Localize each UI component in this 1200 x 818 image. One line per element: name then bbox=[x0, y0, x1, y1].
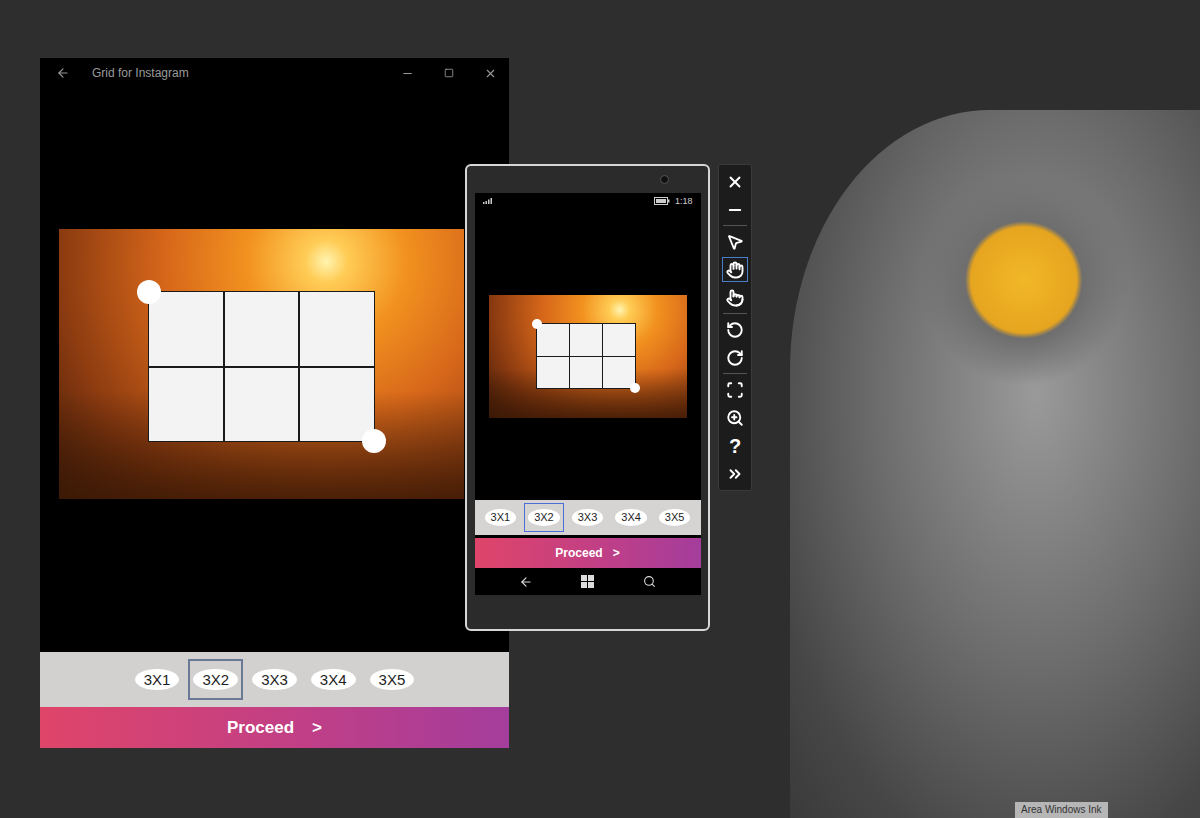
grid-option-slot: 3X4 bbox=[611, 503, 651, 532]
grid-cell bbox=[603, 324, 635, 356]
back-icon[interactable] bbox=[519, 575, 533, 589]
rotate-right-button[interactable] bbox=[722, 345, 748, 370]
camera-row bbox=[467, 166, 708, 193]
proceed-label: Proceed bbox=[555, 546, 602, 560]
proceed-label: Proceed bbox=[227, 718, 294, 738]
more-button[interactable] bbox=[722, 461, 748, 486]
grid-options-bar: 3X1 3X2 3X3 3X4 3X5 bbox=[475, 500, 701, 535]
window-title: Grid for Instagram bbox=[92, 66, 379, 80]
grid-option[interactable]: 3X2 bbox=[193, 669, 238, 690]
resize-handle[interactable] bbox=[630, 383, 640, 393]
grid-option-slot: 3X2 bbox=[524, 503, 564, 532]
grid-cell bbox=[225, 292, 299, 366]
status-bar: 1:18 bbox=[475, 193, 701, 208]
rotate-right-icon bbox=[726, 349, 744, 367]
resize-handle[interactable] bbox=[532, 319, 542, 329]
grid-cell bbox=[149, 292, 223, 366]
fit-screen-icon bbox=[726, 381, 744, 399]
grid-cell bbox=[537, 324, 569, 356]
grid-option-slot: 3X3 bbox=[247, 659, 302, 700]
status-time: 1:18 bbox=[675, 196, 693, 206]
phone-screen: 1:18 3X1 3X2 3X3 3X4 3X5 Proceed > bbox=[475, 193, 701, 595]
zoom-icon bbox=[726, 409, 744, 427]
grid-cell bbox=[300, 368, 374, 442]
grid-overlay[interactable] bbox=[536, 323, 636, 389]
grid-option-slot: 3X1 bbox=[481, 503, 521, 532]
back-arrow-icon[interactable] bbox=[56, 66, 70, 80]
pointer-icon bbox=[726, 233, 744, 251]
fit-screen-button[interactable] bbox=[722, 377, 748, 402]
grid-cell bbox=[300, 292, 374, 366]
touch-icon bbox=[726, 261, 744, 279]
separator bbox=[723, 225, 747, 226]
close-icon[interactable] bbox=[484, 67, 497, 80]
grid-option[interactable]: 3X1 bbox=[485, 509, 517, 526]
separator bbox=[723, 373, 747, 374]
grid-option-slot: 3X4 bbox=[306, 659, 361, 700]
grid-option[interactable]: 3X5 bbox=[370, 669, 415, 690]
grid-cell bbox=[149, 368, 223, 442]
proceed-button[interactable]: Proceed > bbox=[40, 707, 509, 748]
grid-overlay[interactable] bbox=[148, 291, 375, 442]
canvas-area bbox=[475, 208, 701, 500]
pinch-icon bbox=[726, 289, 744, 307]
resize-handle[interactable] bbox=[362, 429, 386, 453]
emulator-toolbar: ? bbox=[718, 164, 752, 491]
watermark: Area Windows Ink bbox=[1015, 802, 1108, 818]
zoom-button[interactable] bbox=[722, 405, 748, 430]
more-icon bbox=[726, 465, 744, 483]
grid-option[interactable]: 3X2 bbox=[528, 509, 560, 526]
grid-option-slot: 3X5 bbox=[365, 659, 420, 700]
grid-option[interactable]: 3X3 bbox=[252, 669, 297, 690]
minimize-button[interactable] bbox=[722, 197, 748, 222]
grid-cell bbox=[537, 357, 569, 389]
proceed-arrow: > bbox=[613, 546, 620, 560]
touch-button[interactable] bbox=[722, 257, 748, 282]
minimize-icon bbox=[726, 201, 744, 219]
windows-icon[interactable] bbox=[581, 575, 594, 588]
battery-icon bbox=[654, 197, 670, 205]
title-bar: Grid for Instagram bbox=[40, 58, 509, 88]
grid-options-bar: 3X1 3X2 3X3 3X4 3X5 bbox=[40, 652, 509, 707]
grid-option[interactable]: 3X4 bbox=[311, 669, 356, 690]
help-button[interactable]: ? bbox=[722, 433, 748, 458]
grid-cell bbox=[570, 324, 602, 356]
grid-cell bbox=[603, 357, 635, 389]
grid-option-slot: 3X2 bbox=[188, 659, 243, 700]
photo bbox=[489, 295, 687, 418]
pinch-button[interactable] bbox=[722, 285, 748, 310]
proceed-button[interactable]: Proceed > bbox=[475, 538, 701, 568]
signal-icon bbox=[483, 197, 493, 204]
canvas-area bbox=[40, 88, 509, 652]
window-controls bbox=[401, 67, 497, 80]
proceed-arrow: > bbox=[312, 718, 322, 738]
rotate-left-button[interactable] bbox=[722, 317, 748, 342]
grid-option[interactable]: 3X1 bbox=[135, 669, 180, 690]
grid-cell bbox=[225, 368, 299, 442]
nav-bar bbox=[475, 568, 701, 595]
grid-option[interactable]: 3X5 bbox=[659, 509, 691, 526]
minimize-icon[interactable] bbox=[401, 67, 414, 80]
close-icon bbox=[726, 173, 744, 191]
photo bbox=[59, 229, 464, 499]
grid-option-slot: 3X1 bbox=[130, 659, 185, 700]
grid-option-slot: 3X3 bbox=[568, 503, 608, 532]
pointer-button[interactable] bbox=[722, 229, 748, 254]
app-window: Grid for Instagram 3X1 3X2 3X3 3X4 3X5 Proceed… bbox=[40, 58, 509, 748]
phone-emulator: 1:18 3X1 3X2 3X3 3X4 3X5 Proceed > bbox=[465, 164, 710, 631]
separator bbox=[723, 313, 747, 314]
camera bbox=[660, 175, 669, 184]
maximize-icon[interactable] bbox=[444, 68, 454, 78]
grid-option-slot: 3X5 bbox=[655, 503, 695, 532]
grid-option[interactable]: 3X4 bbox=[615, 509, 647, 526]
close-button[interactable] bbox=[722, 169, 748, 194]
grid-option[interactable]: 3X3 bbox=[572, 509, 604, 526]
rotate-left-icon bbox=[726, 321, 744, 339]
resize-handle[interactable] bbox=[137, 280, 161, 304]
desktop: Grid for Instagram 3X1 3X2 3X3 3X4 3X5 Proceed… bbox=[0, 0, 1200, 818]
owl-photo bbox=[790, 110, 1200, 818]
search-icon[interactable] bbox=[643, 575, 656, 588]
grid-cell bbox=[570, 357, 602, 389]
